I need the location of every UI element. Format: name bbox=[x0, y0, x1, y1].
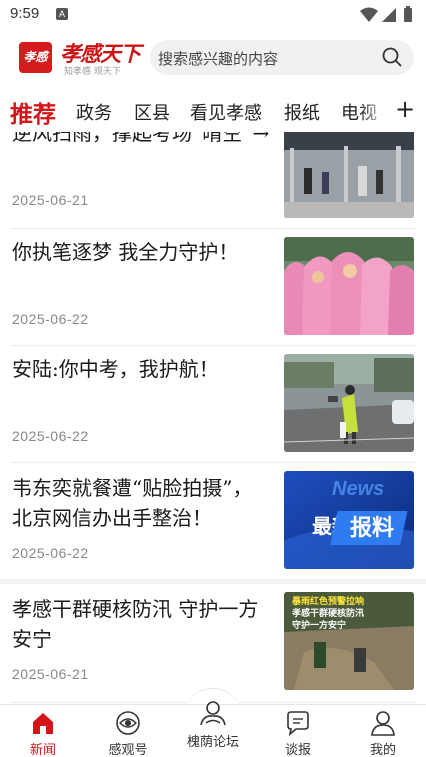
tab-newspaper[interactable]: 报纸 bbox=[284, 99, 320, 125]
chat-icon bbox=[287, 711, 309, 737]
nav-profile[interactable]: 我的 bbox=[348, 709, 418, 757]
item-date: 2025-06-22 bbox=[12, 545, 89, 561]
news-feed[interactable]: 逆风扫雨，撑起考场“晴空”→ 2025-06-21 你执笔逐梦 我全力守护！ 2… bbox=[0, 132, 426, 704]
thumbnail-image bbox=[284, 132, 414, 218]
thumbnail-image bbox=[284, 237, 414, 335]
nav-label: 感观号 bbox=[108, 743, 148, 757]
item-date: 2025-06-22 bbox=[12, 311, 89, 327]
list-item[interactable]: 韦东奕就餐遭“贴脸拍摄”，北京网信办出手整治！ 2025-06-22 News … bbox=[0, 463, 426, 580]
thumbnail-image: 暴雨红色预警拉响 孝感干群硬核防汛 守护一方安宁 bbox=[284, 592, 414, 690]
status-bar: 9:59 A bbox=[0, 0, 426, 30]
tab-counties[interactable]: 区县 bbox=[134, 99, 170, 125]
flood-caption-1: 暴雨红色预警拉响 bbox=[291, 595, 364, 607]
nav-label: 新闻 bbox=[29, 743, 56, 757]
item-title: 安陆:你中考，我护航！ bbox=[12, 357, 219, 381]
flood-caption-2: 孝感干群硬核防汛 bbox=[291, 607, 364, 619]
thumbnail-image: News 最新 报料 bbox=[284, 471, 414, 569]
channel-tabs: 推荐 政务 区县 看见孝感 报纸 电视 + bbox=[0, 88, 426, 132]
notification-icon: A bbox=[56, 8, 68, 20]
item-title: 你执笔逐梦 我全力守护！ bbox=[12, 240, 239, 264]
item-title: 孝感干群硬核防汛 守护一方安宁 bbox=[12, 597, 259, 651]
news-watermark: News bbox=[332, 478, 384, 500]
nav-label: 我的 bbox=[369, 743, 396, 757]
forum-icon bbox=[200, 701, 226, 726]
nav-gangan[interactable]: 感观号 bbox=[93, 709, 163, 757]
search-placeholder: 搜索感兴趣的内容 bbox=[158, 50, 279, 68]
eye-icon bbox=[116, 711, 140, 735]
item-date: 2025-06-22 bbox=[12, 428, 89, 444]
status-time: 9:59 bbox=[10, 5, 40, 22]
item-title: 韦东奕就餐遭“贴脸拍摄”，北京网信办出手整治！ bbox=[12, 476, 253, 530]
bottom-nav: 新闻 感观号 槐荫论坛 谈报 我的 bbox=[0, 701, 426, 757]
nav-news[interactable]: 新闻 bbox=[8, 709, 78, 757]
list-item[interactable]: 安陆:你中考，我护航！ 2025-06-22 bbox=[0, 346, 426, 463]
search-input[interactable]: 搜索感兴趣的内容 bbox=[150, 40, 414, 75]
app-header: 孝感 孝感天下 知孝感 观天下 搜索感兴趣的内容 bbox=[0, 30, 426, 86]
list-item[interactable]: 逆风扫雨，撑起考场“晴空”→ 2025-06-21 bbox=[0, 132, 426, 228]
thumbnail-image bbox=[284, 354, 414, 452]
tab-recommend[interactable]: 推荐 bbox=[10, 95, 56, 129]
search-icon[interactable] bbox=[382, 47, 402, 67]
item-title: 逆风扫雨，撑起考场“晴空”→ bbox=[12, 132, 270, 145]
nav-label: 谈报 bbox=[284, 743, 311, 757]
wifi-icon bbox=[360, 7, 378, 22]
battery-icon bbox=[404, 8, 412, 22]
nav-label: 槐荫论坛 bbox=[186, 735, 239, 750]
tab-government[interactable]: 政务 bbox=[76, 99, 112, 125]
profile-icon bbox=[371, 711, 395, 736]
nav-forum[interactable]: 槐荫论坛 bbox=[178, 697, 248, 750]
nav-talk[interactable]: 谈报 bbox=[263, 709, 333, 757]
list-item[interactable]: 你执笔逐梦 我全力守护！ 2025-06-22 bbox=[0, 229, 426, 346]
logo-subtitle: 知孝感 观天下 bbox=[64, 67, 121, 77]
item-date: 2025-06-21 bbox=[12, 192, 89, 208]
status-icons bbox=[360, 6, 412, 22]
signal-icon bbox=[382, 8, 396, 22]
list-item[interactable]: 孝感干群硬核防汛 守护一方安宁 2025-06-21 暴雨红色预警拉响 孝感干群… bbox=[0, 584, 426, 701]
home-icon bbox=[33, 713, 53, 734]
news-label-tipoff: 报料 bbox=[350, 516, 394, 541]
tab-see-xiaogan[interactable]: 看见孝感 bbox=[190, 99, 262, 125]
item-date: 2025-06-21 bbox=[12, 666, 89, 682]
add-channel-icon[interactable]: + bbox=[390, 94, 420, 124]
logo-mark: 孝感 bbox=[19, 42, 52, 73]
flood-caption-3: 守护一方安宁 bbox=[292, 619, 346, 631]
